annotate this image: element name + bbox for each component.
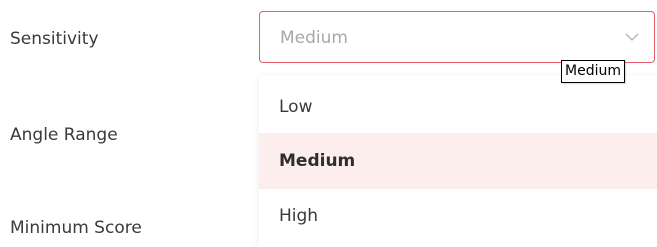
- minimum-score-label: Minimum Score: [10, 218, 142, 238]
- angle-range-label: Angle Range: [10, 125, 118, 145]
- chevron-down-icon[interactable]: [624, 29, 640, 45]
- sensitivity-tooltip: Medium: [561, 60, 625, 83]
- dropdown-option-medium[interactable]: Medium: [259, 133, 657, 189]
- sensitivity-dropdown-menu: Low Medium High: [259, 76, 657, 247]
- dropdown-option-low[interactable]: Low: [259, 79, 657, 135]
- sensitivity-select-value: Medium: [280, 28, 348, 48]
- sensitivity-select[interactable]: Medium: [259, 11, 655, 63]
- sensitivity-label: Sensitivity: [10, 29, 99, 49]
- dropdown-option-high[interactable]: High: [259, 188, 657, 244]
